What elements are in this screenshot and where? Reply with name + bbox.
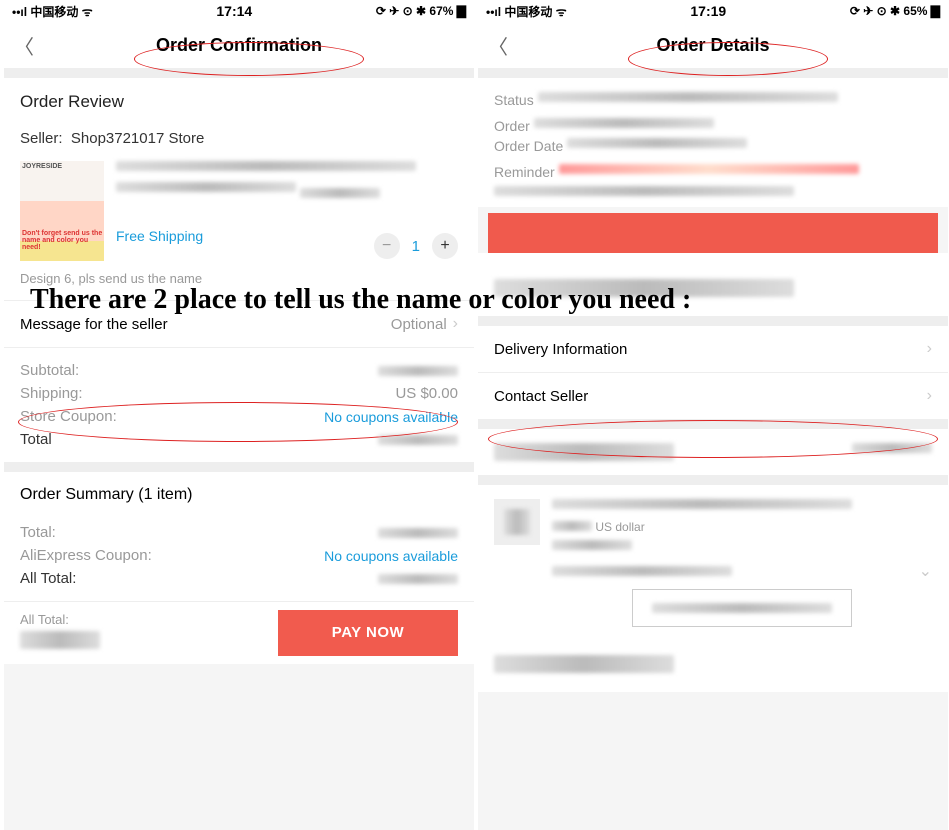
page-title: Order Details [478,35,948,56]
nav-bar: 〈 Order Confirmation [4,22,474,68]
page-title: Order Confirmation [4,35,474,56]
chevron-right-icon: › [927,340,932,358]
message-for-seller-label: Message for the seller [20,316,168,333]
subtotal-label: Subtotal: [20,362,79,379]
right-screenshot-pane: ••ıl 中国移动 ᯤ 17:19 ⟳ ✈ ⊙ ✱ 65% ▇ 〈 Order … [478,0,948,830]
order-review-section: Order Review Seller: Shop3721017 Store J… [4,78,474,300]
status-right: ⟳ ✈ ⊙ ✱ 65% ▇ [850,4,940,18]
reminder-label: Reminder [494,164,555,180]
summary-total-label: Total: [20,524,56,541]
order-date-label: Order Date [494,138,563,154]
order-label: Order [494,118,530,134]
status-bar: ••ıl 中国移动 ᯤ 17:14 ⟳ ✈ ⊙ ✱ 67% ▇ [4,0,474,22]
left-screenshot-pane: ••ıl 中国移动 ᯤ 17:14 ⟳ ✈ ⊙ ✱ 67% ▇ 〈 Order … [4,0,474,830]
shipping-label: Shipping: [20,385,83,402]
contact-seller-label: Contact Seller [494,388,588,405]
seller-name: Shop3721017 Store [71,130,204,147]
status-carrier: ••ıl 中国移动 ᯤ [486,3,567,20]
status-right: ⟳ ✈ ⊙ ✱ 67% ▇ [376,4,466,18]
delivery-information-label: Delivery Information [494,341,627,358]
status-bar: ••ıl 中国移动 ᯤ 17:19 ⟳ ✈ ⊙ ✱ 65% ▇ [478,0,948,22]
order-summary-heading: Order Summary (1 item) [20,486,458,504]
pay-now-button[interactable]: PAY NOW [278,610,458,656]
status-carrier: ••ıl 中国移动 ᯤ [12,3,93,20]
product-thumbnail-small[interactable] [494,499,540,545]
message-for-seller-hint: Optional [391,316,447,333]
free-shipping-link[interactable]: Free Shipping [116,228,203,244]
quantity-stepper[interactable]: − 1 + [374,233,458,259]
back-button[interactable]: 〈 [4,31,44,60]
currency-note: US dollar [595,520,644,534]
nav-bar: 〈 Order Details [478,22,948,68]
variant-note: Design 6, pls send us the name [20,271,458,286]
qty-plus-button[interactable]: + [432,233,458,259]
outline-action-button[interactable] [632,589,852,627]
footer-bar: All Total: PAY NOW [4,602,474,664]
product-row: JOYRESIDE Don't forget send us the name … [20,161,458,261]
total-label: Total [20,431,52,448]
order-review-heading: Order Review [20,92,458,112]
status-label: Status [494,92,534,108]
status-time: 17:19 [690,3,726,19]
chevron-right-icon: › [927,387,932,405]
chevron-down-icon[interactable]: ⌄ [919,561,932,581]
store-coupon-label: Store Coupon: [20,408,117,425]
summary-all-total-label: All Total: [20,570,76,587]
shipping-value: US $0.00 [395,385,458,402]
status-time: 17:14 [216,3,252,19]
back-button[interactable]: 〈 [478,31,518,60]
product-thumbnail[interactable]: JOYRESIDE Don't forget send us the name … [20,161,104,261]
footer-all-total-label: All Total: [20,612,100,627]
red-highlight-block [488,213,938,253]
message-for-seller-row[interactable]: Message for the seller Optional › [4,301,474,347]
qty-minus-button[interactable]: − [374,233,400,259]
chevron-right-icon: › [453,315,458,333]
contact-seller-row[interactable]: Contact Seller › [478,373,948,419]
qty-value: 1 [412,238,420,255]
aliexpress-coupon-label: AliExpress Coupon: [20,547,152,564]
delivery-information-row[interactable]: Delivery Information › [478,326,948,372]
store-coupon-value[interactable]: No coupons available [324,409,458,425]
aliexpress-coupon-value[interactable]: No coupons available [324,548,458,564]
seller-row: Seller: Shop3721017 Store [20,130,458,147]
